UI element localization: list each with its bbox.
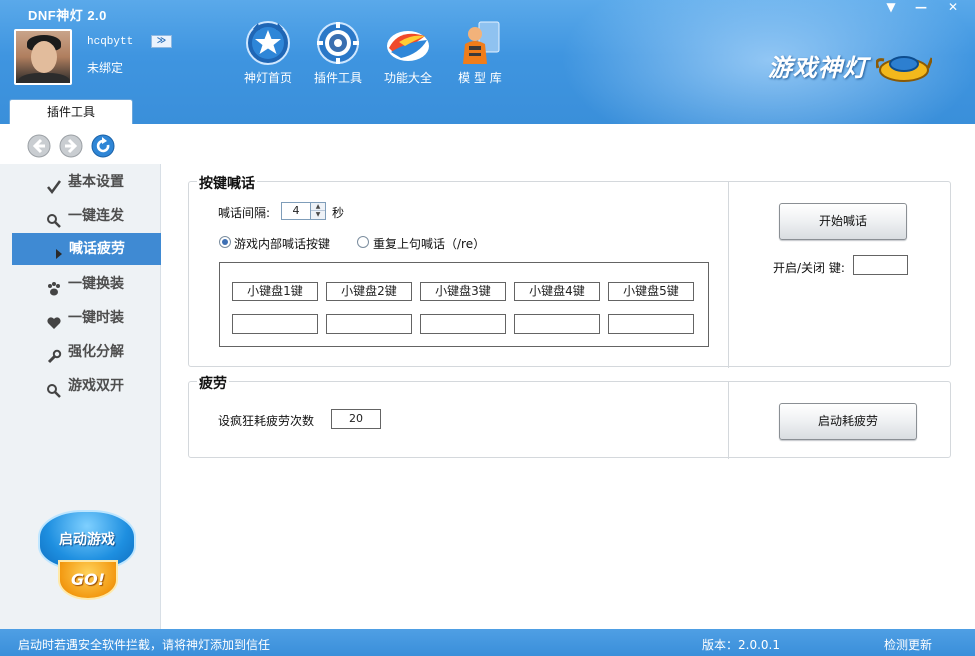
tab-plugins[interactable]: 插件工具 (9, 99, 133, 124)
sidebar-item-basic-settings[interactable]: 基本设置 (12, 166, 161, 198)
shout-group: 按键喊话 喊话间隔: 4 ▲ ▼ 秒 游戏内部喊话按键 重复上句喊话（/re） … (188, 173, 951, 368)
radio-repeat-label: 重复上句喊话（/re） (373, 237, 486, 251)
go-label: GO! (58, 560, 118, 600)
app-title: DNF神灯 2.0 (28, 8, 107, 23)
sidebar-item-label: 喊话疲劳 (69, 241, 125, 257)
start-fatigue-button[interactable]: 启动耗疲劳 (779, 403, 917, 440)
close-button[interactable]: ✕ (936, 0, 970, 16)
check-icon (46, 175, 62, 195)
interval-stepper[interactable]: ▲ ▼ (311, 202, 326, 220)
avatar[interactable] (14, 29, 72, 85)
magnifier-icon (46, 379, 62, 398)
sidebar-item-fashion[interactable]: 一键时装 (12, 302, 161, 334)
launch-game-button[interactable]: 启动游戏 GO! (38, 510, 138, 600)
swirl-icon (385, 20, 431, 66)
menu-button[interactable]: ▼ (876, 0, 906, 16)
lamp-icon (875, 44, 934, 84)
key-label-2: 小键盘2键 (326, 282, 412, 301)
nav-models-label: 模 型 库 (458, 71, 502, 85)
interval-unit: 秒 (332, 206, 345, 220)
sidebar-item-label: 强化分解 (68, 344, 124, 360)
key-label-1: 小键盘1键 (232, 282, 318, 301)
gear-icon (315, 20, 361, 66)
wrench-icon (46, 345, 62, 364)
key-input-2[interactable] (326, 314, 412, 334)
sidebar-item-label: 游戏双开 (68, 378, 124, 394)
heart-icon (46, 311, 62, 329)
fatigue-divider (728, 382, 729, 459)
fatigue-count-input[interactable]: 20 (331, 409, 381, 429)
nav-home-label: 神灯首页 (243, 71, 292, 85)
nav-models[interactable]: 模 型 库 (450, 20, 510, 86)
expand-user-button[interactable]: ≫ (151, 35, 172, 48)
character-icon (457, 20, 503, 66)
arrow-right-icon (52, 242, 68, 259)
sidebar-item-label: 基本设置 (68, 174, 124, 190)
sidebar-item-shout-fatigue[interactable]: 喊话疲劳 (12, 233, 161, 265)
sidebar-item-label: 一键时装 (68, 310, 124, 326)
stepper-up-icon[interactable]: ▲ (311, 203, 325, 211)
key-label-3: 小键盘3键 (420, 282, 506, 301)
sidebar-item-label: 一键换装 (68, 276, 124, 292)
fatigue-group: 疲劳 设疯狂耗疲劳次数 20 启动耗疲劳 (188, 373, 951, 459)
back-icon[interactable] (27, 134, 51, 158)
key-panel: 小键盘1键 小键盘2键 小键盘3键 小键盘4键 小键盘5键 (219, 262, 709, 347)
key-input-5[interactable] (608, 314, 694, 334)
sidebar-item-dual-open[interactable]: 游戏双开 (12, 370, 161, 402)
star-icon (245, 20, 291, 66)
nav-features[interactable]: 功能大全 (378, 20, 438, 86)
key-input-4[interactable] (514, 314, 600, 334)
main-panel: 按键喊话 喊话间隔: 4 ▲ ▼ 秒 游戏内部喊话按键 重复上句喊话（/re） … (162, 164, 975, 629)
sidebar-item-equip-swap[interactable]: 一键换装 (12, 268, 161, 300)
radio-game-keys-label: 游戏内部喊话按键 (234, 237, 331, 251)
hotkey-input[interactable] (853, 255, 908, 275)
username: hcqbytt (87, 36, 134, 48)
nav-plugins[interactable]: 插件工具 (308, 20, 368, 86)
magnifier-icon (46, 209, 62, 228)
interval-label: 喊话间隔: (218, 206, 271, 220)
key-input-3[interactable] (420, 314, 506, 334)
check-update-link[interactable]: 检测更新 (884, 636, 932, 653)
key-label-4: 小键盘4键 (514, 282, 600, 301)
refresh-icon[interactable] (91, 134, 115, 158)
sidebar-item-rapid-fire[interactable]: 一键连发 (12, 200, 161, 232)
title-bar: DNF神灯 2.0 ▼ — ✕ hcqbytt ≫ 未绑定 神灯首页 插件工具 … (0, 0, 975, 124)
sidebar-item-enhance[interactable]: 强化分解 (12, 336, 161, 368)
fatigue-count-label: 设疯狂耗疲劳次数 (218, 414, 315, 428)
key-input-1[interactable] (232, 314, 318, 334)
interval-input[interactable]: 4 (281, 202, 311, 220)
nav-features-label: 功能大全 (383, 71, 432, 85)
sidebar-item-label: 一键连发 (68, 208, 124, 224)
version-label: 版本：2.0.0.1 (702, 638, 780, 652)
avatar-shirt (18, 73, 70, 83)
start-shout-button[interactable]: 开始喊话 (779, 203, 907, 240)
status-bar: 启动时若遇安全软件拦截，请将神灯添加到信任 版本：2.0.0.1 检测更新 (0, 629, 975, 656)
nav-home[interactable]: 神灯首页 (238, 20, 298, 86)
status-message: 启动时若遇安全软件拦截，请将神灯添加到信任 (18, 638, 271, 652)
bind-status: 未绑定 (87, 61, 124, 75)
forward-icon[interactable] (59, 134, 83, 158)
nav-plugins-label: 插件工具 (313, 71, 362, 85)
minimize-button[interactable]: — (906, 0, 936, 16)
shout-divider (728, 182, 729, 368)
paw-icon (46, 277, 62, 296)
radio-game-keys[interactable] (219, 236, 231, 248)
key-label-5: 小键盘5键 (608, 282, 694, 301)
shout-title: 按键喊话 (197, 173, 257, 193)
radio-repeat[interactable] (357, 236, 369, 248)
fatigue-title: 疲劳 (197, 373, 229, 393)
hotkey-label: 开启/关闭 键: (773, 261, 845, 275)
toolbar (0, 124, 975, 164)
stepper-down-icon[interactable]: ▼ (311, 211, 325, 219)
avatar-face (31, 41, 57, 73)
brand-logo: 游戏神灯 (768, 54, 868, 82)
